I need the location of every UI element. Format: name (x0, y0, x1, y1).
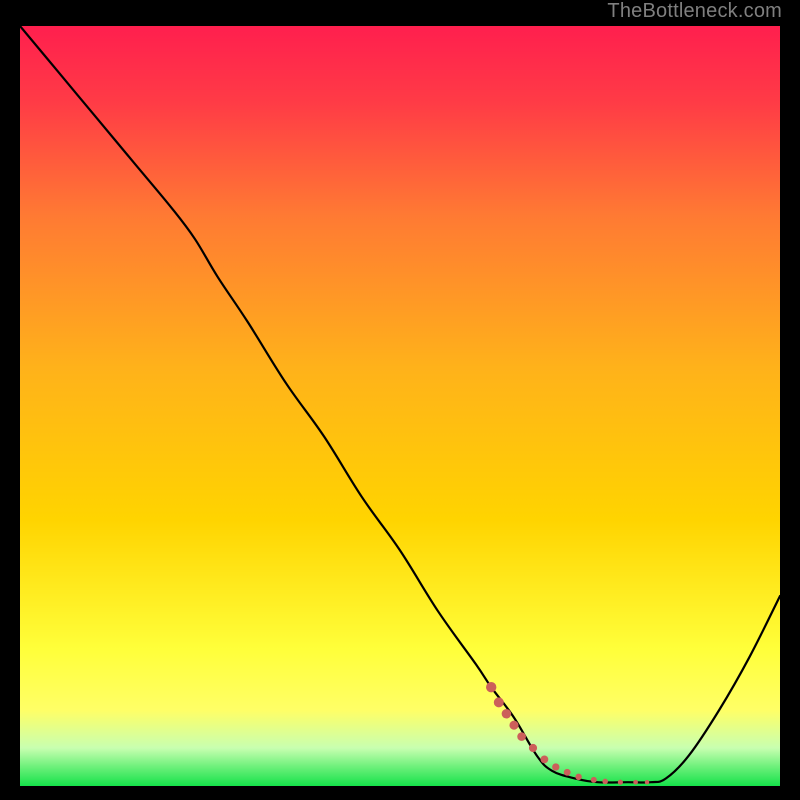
gradient-background (20, 26, 780, 786)
marker-dot (602, 779, 608, 785)
marker-dot (575, 774, 581, 780)
attribution-label: TheBottleneck.com (607, 0, 782, 23)
marker-dot (517, 732, 526, 741)
bottleneck-chart (20, 26, 780, 786)
marker-dot (552, 763, 559, 770)
marker-dot (541, 756, 549, 764)
chart-frame: TheBottleneck.com (0, 0, 800, 800)
plot-area (20, 26, 780, 786)
marker-dot (494, 697, 504, 707)
marker-dot (591, 777, 597, 783)
marker-dot (633, 780, 638, 785)
marker-dot (529, 744, 537, 752)
marker-dot (509, 721, 518, 730)
marker-dot (502, 709, 512, 719)
marker-dot (564, 769, 571, 776)
marker-dot (486, 682, 496, 692)
marker-dot (618, 780, 623, 785)
marker-dot (645, 780, 649, 784)
